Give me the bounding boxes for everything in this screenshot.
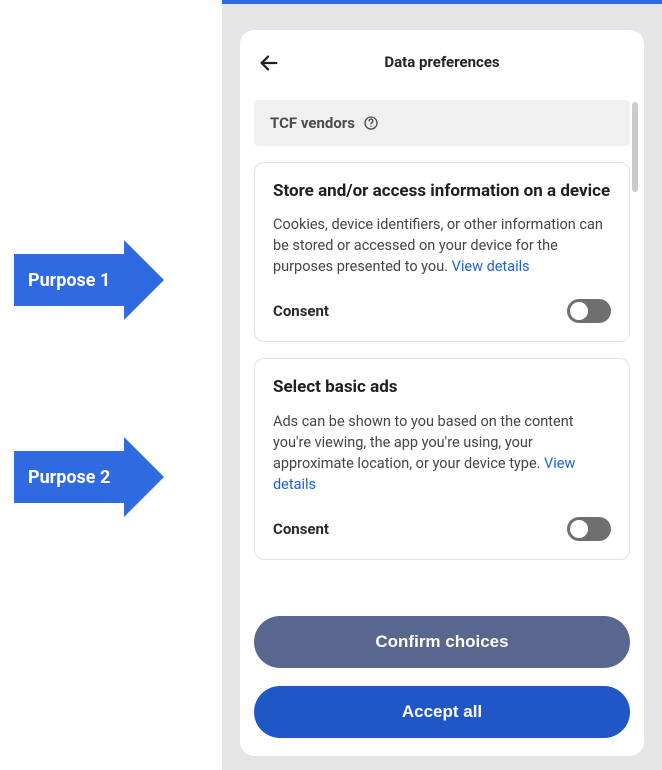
consent-toggle[interactable] [567, 299, 611, 323]
consent-toggle[interactable] [567, 517, 611, 541]
annotation-label: Purpose 2 [14, 451, 124, 503]
consent-row: Consent [273, 517, 611, 541]
consent-label: Consent [273, 520, 329, 538]
purpose-title: Select basic ads [273, 377, 611, 398]
purpose-description: Cookies, device identifiers, or other in… [273, 214, 611, 277]
arrow-head-icon [124, 240, 164, 320]
preferences-modal: Data preferences TCF vendors Store and/o… [240, 30, 644, 756]
annotation-arrow-purpose1: Purpose 1 [14, 240, 164, 292]
purpose-card-2: Select basic ads Ads can be shown to you… [254, 358, 630, 559]
toggle-knob [570, 302, 588, 320]
scroll-area: TCF vendors Store and/or access informat… [240, 94, 644, 584]
vendors-label: TCF vendors [270, 114, 355, 132]
annotation-label: Purpose 1 [14, 254, 124, 306]
arrow-left-icon [258, 52, 280, 74]
arrow-head-icon [124, 437, 164, 517]
confirm-choices-button[interactable]: Confirm choices [254, 616, 630, 668]
purpose-description: Ads can be shown to you based on the con… [273, 411, 611, 495]
purpose-card-1: Store and/or access information on a dev… [254, 162, 630, 342]
help-icon[interactable] [363, 115, 379, 131]
modal-title: Data preferences [384, 53, 499, 71]
phone-frame: Data preferences TCF vendors Store and/o… [222, 0, 662, 770]
tcf-vendors-row[interactable]: TCF vendors [254, 100, 630, 146]
consent-label: Consent [273, 302, 329, 320]
modal-footer: Confirm choices Accept all [240, 600, 644, 752]
accept-all-button[interactable]: Accept all [254, 686, 630, 738]
annotation-area: Purpose 1 Purpose 2 [0, 0, 222, 770]
toggle-knob [570, 520, 588, 538]
purpose-title: Store and/or access information on a dev… [273, 181, 611, 202]
view-details-link[interactable]: View details [452, 258, 530, 275]
consent-row: Consent [273, 299, 611, 323]
back-button[interactable] [258, 52, 280, 74]
annotation-arrow-purpose2: Purpose 2 [14, 437, 164, 489]
modal-header: Data preferences [240, 30, 644, 94]
